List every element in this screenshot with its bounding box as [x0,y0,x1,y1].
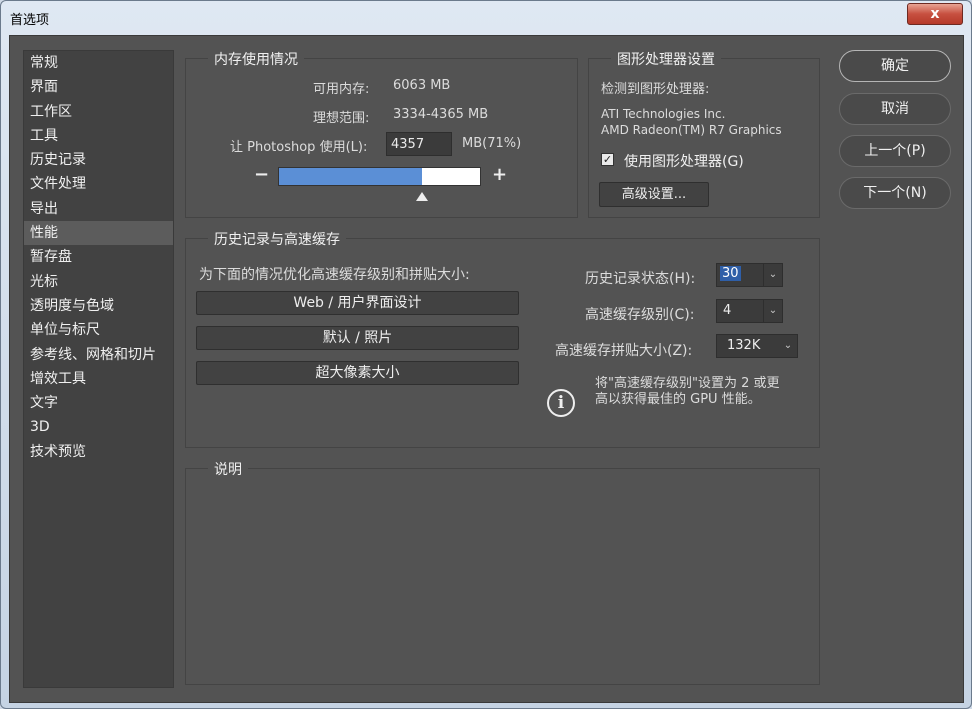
history-states-label: 历史记录状态(H): [585,271,696,287]
tile-size-value: 132K [727,338,761,353]
sidebar-item[interactable]: 常规 [24,51,173,75]
history-cache-title: 历史记录与高速缓存 [208,229,346,249]
window-title: 首选项 [10,13,50,28]
advanced-settings-button[interactable]: 高级设置... [599,182,709,207]
preset-web-ui-button[interactable]: Web / 用户界面设计 [196,291,519,315]
sidebar-item[interactable]: 增效工具 [24,367,173,391]
sidebar-item[interactable]: 技术预览 [24,440,173,464]
sidebar-item[interactable]: 光标 [24,270,173,294]
sidebar-item[interactable]: 单位与标尺 [24,318,173,342]
description-title: 说明 [208,459,248,479]
cache-levels-label: 高速缓存级别(C): [585,307,695,323]
prev-button[interactable]: 上一个(P) [839,135,951,167]
use-gpu-label: 使用图形处理器(G) [624,154,744,170]
use-gpu-checkbox[interactable]: ✓ [601,153,614,166]
sidebar-item[interactable]: 工具 [24,124,173,148]
description-group: 说明 [185,459,820,685]
decrease-memory-button[interactable]: − [254,164,269,185]
cancel-button[interactable]: 取消 [839,93,951,125]
sidebar-item[interactable]: 导出 [24,197,173,221]
gpu-model: AMD Radeon(TM) R7 Graphics [601,123,782,137]
info-icon: i [547,389,575,417]
memory-slider-fill [279,168,422,185]
category-list: 常规 界面 工作区 工具 历史记录 文件处理 导出 性能 暂存盘 光标 透明度与色域 单位与标尺 参考线… [23,50,174,688]
sidebar-item[interactable]: 暂存盘 [24,245,173,269]
sidebar-item[interactable]: 文件处理 [24,172,173,196]
checkmark-icon: ✓ [602,153,613,166]
sidebar-item[interactable]: 性能 [24,221,173,246]
chevron-down-icon: ⌄ [763,264,782,286]
cache-tip-line2: 高以获得最佳的 GPU 性能。 [595,392,761,407]
close-button[interactable]: x [907,3,963,25]
increase-memory-button[interactable]: + [492,164,507,185]
sidebar-item[interactable]: 参考线、网格和切片 [24,343,173,367]
cache-levels-select[interactable]: 4 ⌄ [716,299,783,323]
title-bar: 首选项 x [1,1,971,35]
memory-amount-input[interactable] [386,132,452,156]
ideal-range-value: 3334-4365 MB [393,107,489,122]
ok-button[interactable]: 确定 [839,50,951,82]
close-icon: x [930,6,940,22]
gpu-settings-title: 图形处理器设置 [611,49,721,69]
gpu-detected-label: 检测到图形处理器: [601,82,710,97]
preferences-window: 首选项 x 常规 界面 工作区 工具 历史记录 文件处理 导出 性能 暂存盘 光标 透明度与色域 单位… [0,0,972,709]
available-memory-value: 6063 MB [393,78,451,93]
gpu-vendor: ATI Technologies Inc. [601,107,726,121]
dialog-body: 常规 界面 工作区 工具 历史记录 文件处理 导出 性能 暂存盘 光标 透明度与色域 单位与标尺 参考线… [9,35,964,703]
next-button[interactable]: 下一个(N) [839,177,951,209]
memory-slider[interactable] [278,167,481,186]
sidebar-item[interactable]: 工作区 [24,100,173,124]
preset-default-photo-button[interactable]: 默认 / 照片 [196,326,519,350]
ideal-range-label: 理想范围: [313,111,370,126]
preset-huge-pixel-button[interactable]: 超大像素大小 [196,361,519,385]
sidebar-item[interactable]: 3D [24,415,173,439]
tile-size-label: 高速缓存拼贴大小(Z): [555,343,693,359]
memory-usage-title: 内存使用情况 [208,49,304,69]
history-states-select[interactable]: 30 ⌄ [716,263,783,287]
optimize-cache-label: 为下面的情况优化高速缓存级别和拼贴大小: [199,267,470,283]
memory-percent-label: MB(71%) [462,136,522,151]
tile-size-select[interactable]: 132K ⌄ [716,334,798,358]
let-photoshop-use-label: 让 Photoshop 使用(L): [230,140,368,155]
history-states-value: 30 [720,266,741,281]
memory-slider-thumb[interactable] [416,192,429,201]
chevron-down-icon: ⌄ [783,340,793,351]
sidebar-item[interactable]: 历史记录 [24,148,173,172]
cache-levels-value: 4 [723,303,732,318]
sidebar-item[interactable]: 文字 [24,391,173,415]
chevron-down-icon: ⌄ [763,300,782,322]
available-memory-label: 可用内存: [313,82,370,97]
sidebar-item[interactable]: 透明度与色域 [24,294,173,318]
sidebar-item[interactable]: 界面 [24,75,173,99]
